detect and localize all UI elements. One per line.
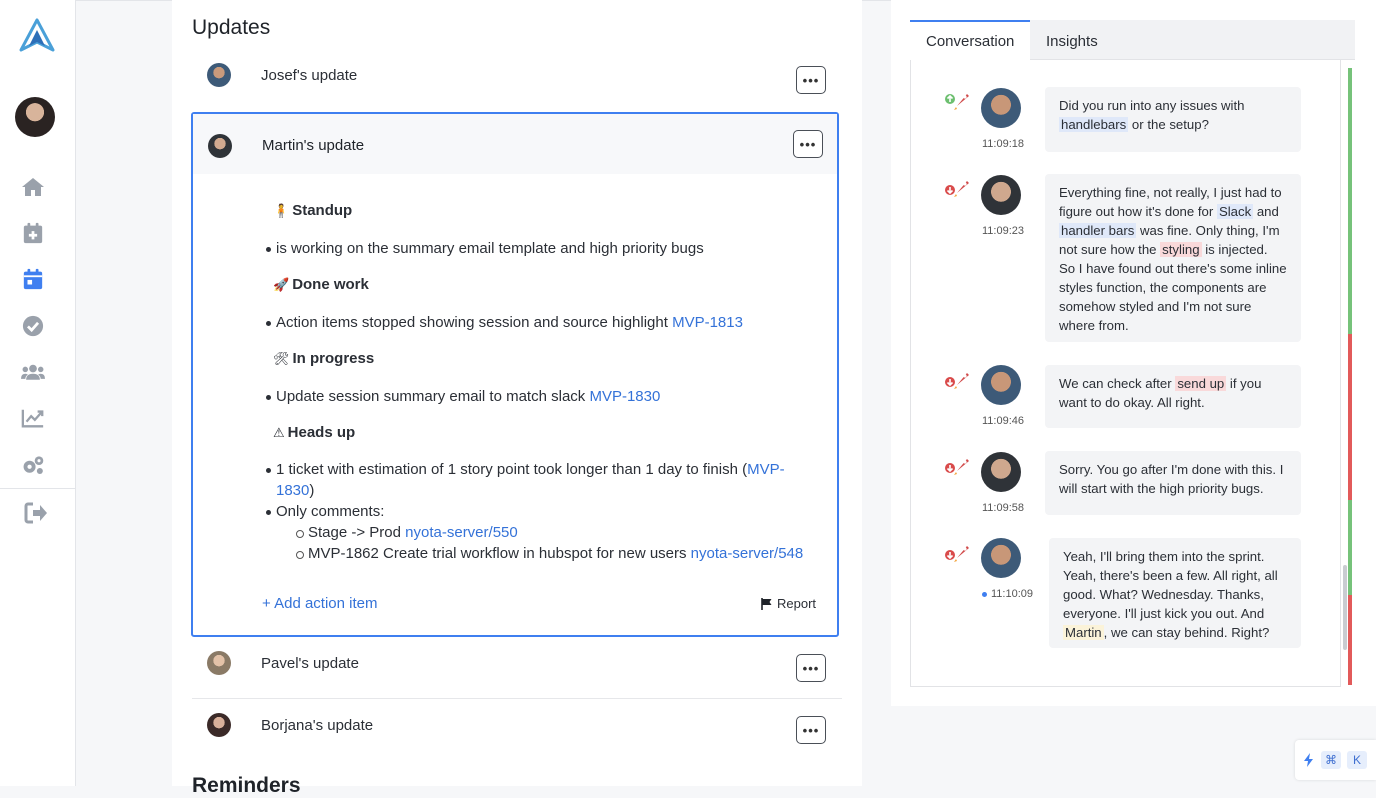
message-bubble: Did you run into any issues with handleb… — [1045, 87, 1301, 152]
updates-heading: Updates — [192, 16, 271, 39]
message-timestamp: 11:09:18 — [982, 138, 1025, 150]
sentiment-strip-negative — [1348, 595, 1352, 685]
update-row-name: Pavel's update — [261, 655, 359, 672]
martin-update-card: Martin's update ••• 🧍 Standup is working … — [191, 112, 839, 637]
panel-tabs: Conversation Insights — [910, 20, 1355, 60]
pr-link[interactable]: nyota-server/550 — [405, 524, 518, 541]
message-timestamp: 11:09:23 — [982, 225, 1025, 237]
message-timestamp: 11:09:58 — [982, 502, 1025, 514]
sidebar-divider — [0, 488, 76, 489]
avatar — [981, 538, 1021, 578]
flag-icon — [761, 597, 772, 610]
calendar-plus-icon[interactable] — [20, 221, 46, 245]
tab-insights[interactable]: Insights — [1030, 20, 1114, 60]
section-done-title: 🚀 Done work — [273, 276, 369, 293]
list-item: Update session summary email to match sl… — [265, 388, 661, 405]
keyword-highlight: send up — [1175, 376, 1227, 391]
avatar — [207, 713, 231, 737]
sub-list-item: Stage -> Prod nyota-server/550 — [296, 524, 518, 541]
updates-panel: Updates Josef's update ••• Martin's upda… — [172, 0, 862, 797]
sidebar — [0, 0, 76, 786]
keyword-highlight: handlebars — [1059, 117, 1129, 132]
message-timestamp: 11:09:46 — [982, 415, 1025, 427]
user-avatar[interactable] — [15, 97, 55, 137]
k-key: K — [1347, 751, 1367, 769]
borjana-update-menu-button[interactable]: ••• — [796, 716, 826, 744]
ticket-link[interactable]: MVP-1813 — [672, 314, 743, 331]
josef-update-menu-button[interactable]: ••• — [796, 66, 826, 94]
person-icon: 🧍 — [273, 203, 290, 218]
avatar — [207, 63, 231, 87]
warning-icon: ⚠ — [273, 425, 285, 440]
message-bubble: Everything fine, not really, I just had … — [1045, 174, 1301, 342]
list-item: is working on the summary email template… — [266, 240, 704, 257]
lightning-icon — [1304, 753, 1313, 767]
ticket-link[interactable]: MVP- — [747, 461, 785, 478]
transcript-scrollbar[interactable] — [1343, 565, 1347, 650]
add-action-item-button[interactable]: + Add action item — [262, 595, 378, 612]
row-divider — [192, 698, 842, 699]
sub-list-item: MVP-1862 Create trial workflow in hubspo… — [295, 545, 804, 562]
message-timestamp: 11:10:09 — [982, 588, 1033, 600]
report-label: Report — [777, 596, 817, 611]
update-row-pavel[interactable]: Pavel's update — [192, 640, 842, 698]
sentiment-strip-positive — [1348, 500, 1352, 595]
keyword-highlight: Martin — [1063, 625, 1104, 640]
list-item: 1 ticket with estimation of 1 story poin… — [266, 459, 806, 501]
avatar — [208, 134, 232, 158]
message-bubble: Yeah, I'll bring them into the sprint. Y… — [1049, 538, 1301, 648]
update-row-name: Martin's update — [262, 137, 365, 154]
live-dot-icon — [982, 591, 987, 597]
ticket-link[interactable]: MVP-1830 — [589, 388, 660, 405]
section-heads-up-title: ⚠ Heads up — [273, 424, 356, 441]
update-row-name: Josef's update — [261, 67, 358, 84]
keyword-highlight: styling — [1160, 242, 1202, 257]
app-logo[interactable] — [19, 18, 55, 52]
reaction-negative-rocket-icon — [945, 546, 969, 562]
sentiment-strip-negative — [1348, 334, 1352, 500]
message-bubble: We can check after send up if you want t… — [1045, 365, 1301, 428]
cmd-key: ⌘ — [1321, 751, 1341, 769]
sign-out-icon[interactable] — [23, 501, 49, 525]
update-row-name: Borjana's update — [261, 717, 374, 734]
avatar — [207, 651, 231, 675]
section-in-progress-title: 🛠 In progress — [273, 350, 375, 367]
pr-link[interactable]: nyota-server/548 — [691, 545, 804, 562]
sentiment-strip-positive — [1348, 68, 1352, 334]
reaction-negative-rocket-icon — [945, 373, 969, 389]
ticket-link-continued[interactable]: 1830 — [276, 482, 309, 499]
avatar — [981, 452, 1021, 492]
section-standup-title: 🧍 Standup — [273, 202, 353, 219]
avatar — [981, 175, 1021, 215]
list-item: Only comments: — [265, 503, 385, 520]
pavel-update-menu-button[interactable]: ••• — [796, 654, 826, 682]
keyword-highlight: handler bars — [1059, 223, 1137, 238]
calendar-icon[interactable] — [20, 267, 46, 291]
command-palette-shortcut[interactable]: ⌘ K — [1295, 740, 1376, 780]
report-button[interactable]: Report — [761, 596, 816, 611]
reaction-positive-rocket-icon — [945, 94, 969, 110]
martin-update-menu-button[interactable]: ••• — [793, 130, 823, 158]
reaction-negative-rocket-icon — [945, 181, 969, 197]
tab-conversation[interactable]: Conversation — [910, 20, 1031, 60]
tools-icon: 🛠 — [273, 351, 290, 366]
check-circle-icon[interactable] — [20, 314, 46, 338]
update-row-josef[interactable]: Josef's update — [192, 52, 842, 110]
reaction-negative-rocket-icon — [945, 459, 969, 475]
update-row-borjana[interactable]: Borjana's update — [192, 702, 842, 760]
reminders-heading: Reminders — [192, 774, 301, 797]
rocket-icon: 🚀 — [273, 277, 290, 292]
chart-line-icon[interactable] — [20, 406, 46, 430]
users-icon[interactable] — [20, 360, 46, 384]
keyword-highlight: Slack — [1216, 204, 1254, 219]
update-card-header[interactable]: Martin's update — [193, 114, 837, 174]
list-item: Action items stopped showing session and… — [266, 314, 743, 331]
message-bubble: Sorry. You go after I'm done with this. … — [1045, 451, 1301, 515]
avatar — [981, 88, 1021, 128]
gears-icon[interactable] — [20, 453, 46, 477]
avatar — [981, 365, 1021, 405]
home-icon[interactable] — [20, 175, 46, 199]
